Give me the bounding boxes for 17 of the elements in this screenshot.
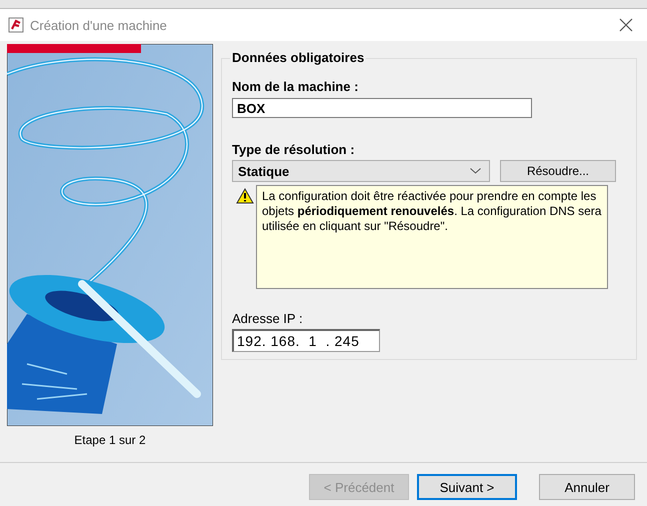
resolution-dropdown[interactable]: Statique bbox=[232, 160, 490, 182]
resolve-button[interactable]: Résoudre... bbox=[500, 160, 616, 182]
ip-address-field[interactable]: 192. 168. 1 . 245 bbox=[232, 329, 380, 352]
wizard-button[interactable]: Annuler bbox=[539, 474, 635, 500]
warning-message: La configuration doit être réactivée pour prendre en compte les objets périodiquement renouvelés. La configuration DNS sera utilisée en cliquant sur "Résoudre". bbox=[256, 185, 608, 289]
app-icon bbox=[8, 17, 24, 33]
window-title: Création d'une machine bbox=[30, 18, 168, 32]
field-label: Adresse IP : bbox=[232, 311, 304, 326]
field-label: Type de résolution : bbox=[232, 142, 356, 157]
chevron-icon bbox=[470, 168, 481, 174]
close-icon[interactable] bbox=[619, 18, 633, 32]
step-label: Etape 1 sur 2 bbox=[74, 433, 146, 447]
machine-name-field[interactable]: BOX bbox=[232, 98, 532, 118]
wizard-button[interactable]: Suivant > bbox=[417, 474, 517, 500]
group-legend: Données obligatoires bbox=[230, 50, 366, 65]
field-label: Nom de la machine : bbox=[232, 79, 360, 94]
warning-icon bbox=[236, 188, 254, 204]
